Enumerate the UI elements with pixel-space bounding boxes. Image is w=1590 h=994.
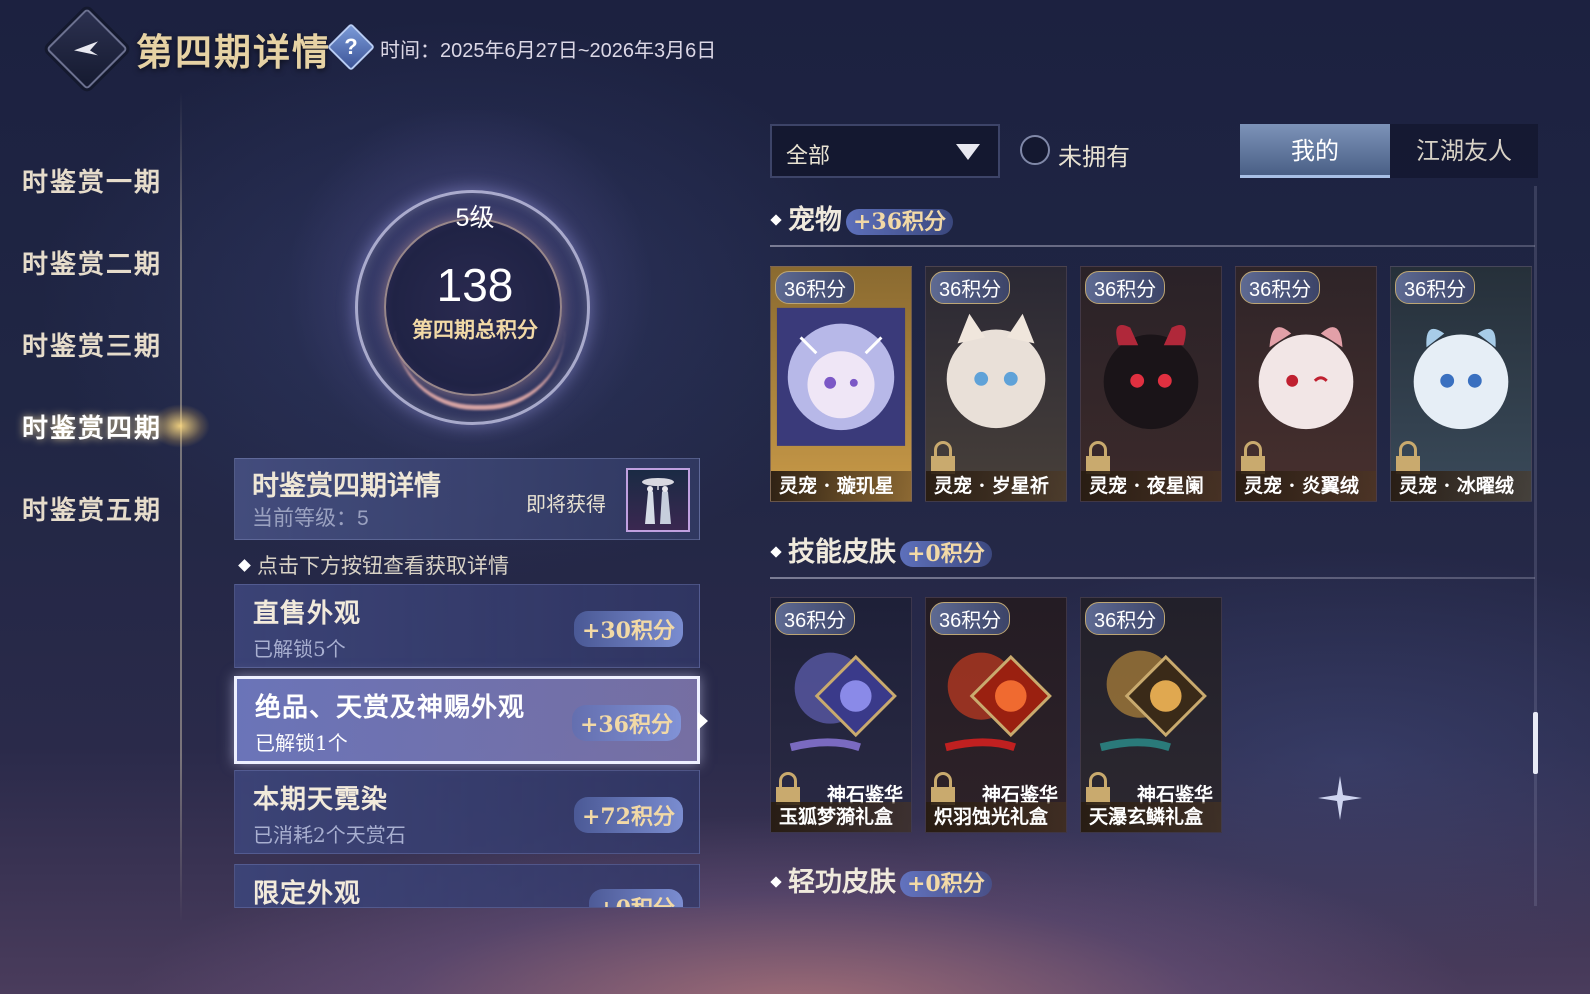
category-card-dye[interactable]: 本期天霓染 已消耗2个天赏石 +72积分 (234, 770, 700, 854)
chevron-down-icon (956, 144, 980, 160)
nav-item-period-3[interactable]: 时鉴赏三期 (22, 326, 162, 363)
diamond-bullet-icon (770, 214, 782, 226)
item-name: 灵宠 · 璇玑星 (771, 471, 911, 501)
help-glyph: ? (344, 34, 358, 59)
lock-icon (931, 772, 955, 805)
section-title-text: 轻功皮肤 (788, 867, 896, 898)
diamond-bullet-icon (238, 559, 251, 572)
hint-label: 点击下方按钮查看获取详情 (257, 554, 509, 578)
category-name: 限定外观 (253, 879, 362, 908)
section-title-pets: 宠物 +36积分 (770, 198, 954, 237)
category-card-limited[interactable]: 限定外观 +0积分 (234, 864, 700, 908)
period-detail-title: 时鉴赏四期详情 (252, 471, 441, 502)
category-status: 已解锁5个 (253, 637, 346, 661)
category-name: 本期天霓染 (253, 785, 389, 815)
tab-mine[interactable]: 我的 (1240, 124, 1390, 178)
category-status: 已解锁1个 (255, 731, 348, 755)
pet-card-1[interactable]: 36积分 灵宠 · 璇玑星 (770, 266, 912, 502)
nav-divider (180, 92, 182, 922)
pet-card-3[interactable]: 36积分 灵宠 · 夜星阑 (1080, 266, 1222, 502)
category-card-direct-sale[interactable]: 直售外观 已解锁5个 +30积分 (234, 584, 700, 668)
item-points-badge: 36积分 (930, 602, 1011, 635)
section-title-qinggong-skins: 轻功皮肤 +0积分 (770, 860, 992, 899)
lock-icon (931, 441, 955, 474)
coming-reward-label: 即将获得 (526, 492, 606, 516)
score-caption: 第四期总积分 (412, 317, 538, 342)
item-points-badge: 36积分 (1085, 602, 1166, 635)
item-name: 灵宠 · 炎翼绒 (1236, 471, 1376, 501)
tab-friends[interactable]: 江湖友人 (1390, 124, 1538, 178)
item-name: 炽羽蚀光礼盒 (926, 802, 1066, 832)
pet-card-2[interactable]: 36积分 灵宠 · 岁星祈 (925, 266, 1067, 502)
item-points-badge: 36积分 (1085, 271, 1166, 304)
diamond-bullet-icon (770, 546, 782, 558)
level-label: 5级 (455, 204, 495, 232)
current-level: 当前等级：5 (252, 507, 369, 530)
item-points-badge: 36积分 (1395, 271, 1476, 304)
category-name: 直售外观 (253, 599, 362, 629)
item-points-badge: 36积分 (775, 271, 856, 304)
scrollbar-track[interactable] (1534, 186, 1537, 906)
back-arrow-icon (74, 41, 98, 56)
item-name: 天瀑玄鳞礼盒 (1081, 802, 1221, 832)
lock-icon (1241, 441, 1265, 474)
help-icon[interactable]: ? (326, 22, 376, 72)
section-points: +36积分 (846, 209, 954, 235)
category-name: 绝品、天赏及神赐外观 (255, 693, 526, 723)
category-status: 已消耗2个天赏石 (253, 823, 406, 847)
date-range: 时间：2025年6月27日~2026年3月6日 (380, 40, 717, 62)
item-points-badge: 36积分 (775, 602, 856, 635)
category-points: +36积分 (571, 705, 681, 741)
filter-value: 全部 (786, 144, 831, 169)
page-title: 第四期详情 (136, 30, 331, 74)
pet-card-4[interactable]: 36积分 灵宠 · 炎翼绒 (1235, 266, 1377, 502)
section-title-skill-skins: 技能皮肤 +0积分 (770, 530, 992, 569)
item-name: 灵宠 · 岁星祈 (926, 471, 1066, 501)
item-points-badge: 36积分 (930, 271, 1011, 304)
hint-text: 点击下方按钮查看获取详情 (238, 550, 509, 580)
back-button[interactable] (45, 7, 129, 91)
nav-item-period-4[interactable]: 时鉴赏四期 (22, 408, 162, 445)
lock-icon (776, 772, 800, 805)
scrollbar-thumb[interactable] (1533, 712, 1538, 774)
item-name: 灵宠 · 夜星阑 (1081, 471, 1221, 501)
item-name: 灵宠 · 冰曜绒 (1391, 471, 1531, 501)
section-points: +0积分 (900, 541, 992, 567)
category-points: +0积分 (589, 889, 683, 907)
sparkle-icon (1318, 776, 1362, 820)
selected-arrow-icon (698, 712, 708, 730)
section-divider (770, 577, 1535, 579)
unowned-radio[interactable] (1020, 135, 1050, 165)
skill-skin-card-2[interactable]: 36积分 神石鉴华 炽羽蚀光礼盒 (925, 597, 1067, 833)
pet-card-5[interactable]: 36积分 灵宠 · 冰曜绒 (1390, 266, 1532, 502)
section-title-text: 宠物 (788, 205, 842, 236)
reward-figures-icon (642, 478, 674, 524)
total-score: 138 (436, 259, 514, 311)
unowned-label[interactable]: 未拥有 (1058, 137, 1130, 172)
category-card-premium[interactable]: 绝品、天赏及神赐外观 已解锁1个 +36积分 (234, 676, 700, 764)
category-points: +30积分 (573, 611, 683, 647)
skill-skin-card-1[interactable]: 36积分 神石鉴华 玉狐梦漪礼盒 (770, 597, 912, 833)
lock-icon (1086, 441, 1110, 474)
item-name: 玉狐梦漪礼盒 (771, 802, 911, 832)
section-points: +0积分 (900, 871, 992, 897)
filter-dropdown[interactable]: 全部 (770, 124, 1000, 178)
item-points-badge: 36积分 (1240, 271, 1321, 304)
lock-icon (1396, 441, 1420, 474)
category-points: +72积分 (573, 797, 683, 833)
skill-skin-card-3[interactable]: 36积分 神石鉴华 天瀑玄鳞礼盒 (1080, 597, 1222, 833)
nav-item-period-1[interactable]: 时鉴赏一期 (22, 162, 162, 199)
section-divider (770, 245, 1535, 247)
nav-item-period-2[interactable]: 时鉴赏二期 (22, 244, 162, 281)
nav-item-period-5[interactable]: 时鉴赏五期 (22, 490, 162, 527)
lock-icon (1086, 772, 1110, 805)
coming-reward-thumbnail[interactable] (626, 468, 690, 532)
section-title-text: 技能皮肤 (788, 537, 896, 568)
diamond-bullet-icon (770, 876, 782, 888)
